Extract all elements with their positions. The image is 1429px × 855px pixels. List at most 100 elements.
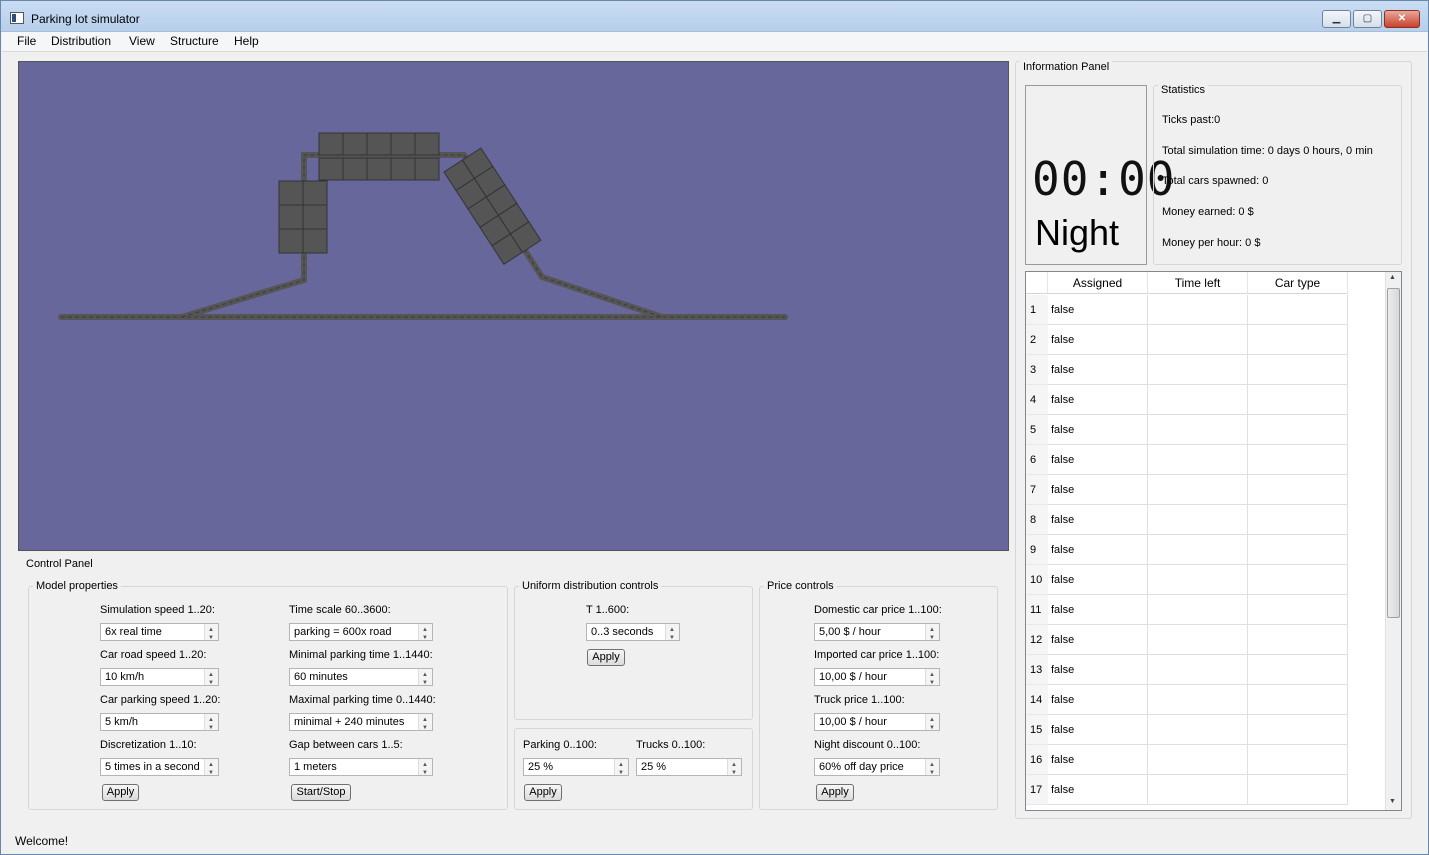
domestic-price-spinbox[interactable]: 5,00 $ / hour (814, 622, 940, 646)
close-button[interactable]: ✕ (1384, 10, 1420, 28)
table-row[interactable]: 4 false (1026, 385, 1386, 415)
spin-arrows-icon[interactable] (665, 622, 679, 646)
cell-time-left[interactable] (1148, 745, 1248, 775)
cell-assigned[interactable]: false (1048, 745, 1148, 775)
cell-assigned[interactable]: false (1048, 715, 1148, 745)
cell-car-type[interactable] (1248, 715, 1348, 745)
table-row[interactable]: 5 false (1026, 415, 1386, 445)
cell-assigned[interactable]: false (1048, 505, 1148, 535)
table-scrollbar[interactable]: ▲ ▼ (1385, 272, 1401, 810)
cell-car-type[interactable] (1248, 475, 1348, 505)
cell-time-left[interactable] (1148, 535, 1248, 565)
maximize-button[interactable]: ▢ (1353, 10, 1382, 28)
cell-assigned[interactable]: false (1048, 595, 1148, 625)
cell-car-type[interactable] (1248, 355, 1348, 385)
cell-assigned[interactable]: false (1048, 325, 1148, 355)
cell-time-left[interactable] (1148, 565, 1248, 595)
cell-assigned[interactable]: false (1048, 385, 1148, 415)
time-scale-spinbox[interactable]: parking = 600x road (289, 622, 433, 646)
cell-time-left[interactable] (1148, 415, 1248, 445)
table-row[interactable]: 1 false (1026, 295, 1386, 325)
sim-speed-spinbox[interactable]: 6x real time (100, 622, 219, 646)
trucks-ratio-spinbox[interactable]: 25 % (636, 757, 742, 781)
cell-assigned[interactable]: false (1048, 295, 1148, 325)
menu-file[interactable]: File (17, 34, 36, 48)
cell-assigned[interactable]: false (1048, 535, 1148, 565)
cell-car-type[interactable] (1248, 415, 1348, 445)
menu-distribution[interactable]: Distribution (51, 34, 111, 48)
scroll-down-icon[interactable]: ▼ (1389, 798, 1396, 805)
table-row[interactable]: 16 false (1026, 745, 1386, 775)
cell-assigned[interactable]: false (1048, 355, 1148, 385)
cell-time-left[interactable] (1148, 325, 1248, 355)
cell-car-type[interactable] (1248, 745, 1348, 775)
uniform-apply-button[interactable]: Apply (587, 649, 625, 666)
min-parking-spinbox[interactable]: 60 minutes (289, 667, 433, 691)
price-apply-button[interactable]: Apply (816, 784, 854, 801)
cell-time-left[interactable] (1148, 475, 1248, 505)
simulation-canvas[interactable] (18, 61, 1009, 551)
spin-arrows-icon[interactable] (727, 757, 741, 781)
cell-car-type[interactable] (1248, 595, 1348, 625)
imported-price-spinbox[interactable]: 10,00 $ / hour (814, 667, 940, 691)
header-assigned[interactable]: Assigned (1048, 272, 1148, 294)
spin-arrows-icon[interactable] (925, 712, 939, 736)
scrollbar-thumb[interactable] (1387, 288, 1400, 618)
table-row[interactable]: 14 false (1026, 685, 1386, 715)
gap-spinbox[interactable]: 1 meters (289, 757, 433, 781)
table-row[interactable]: 12 false (1026, 625, 1386, 655)
cell-car-type[interactable] (1248, 535, 1348, 565)
menu-structure[interactable]: Structure (170, 34, 219, 48)
menu-help[interactable]: Help (234, 34, 259, 48)
cell-assigned[interactable]: false (1048, 415, 1148, 445)
start-stop-button[interactable]: Start/Stop (291, 784, 351, 801)
t-spinbox[interactable]: 0..3 seconds (586, 622, 680, 646)
cell-car-type[interactable] (1248, 325, 1348, 355)
table-row[interactable]: 3 false (1026, 355, 1386, 385)
spin-arrows-icon[interactable] (925, 667, 939, 691)
cell-assigned[interactable]: false (1048, 655, 1148, 685)
table-row[interactable]: 2 false (1026, 325, 1386, 355)
spin-arrows-icon[interactable] (614, 757, 628, 781)
spin-arrows-icon[interactable] (204, 622, 218, 646)
table-row[interactable]: 9 false (1026, 535, 1386, 565)
table-row[interactable]: 8 false (1026, 505, 1386, 535)
ratios-apply-button[interactable]: Apply (524, 784, 562, 801)
cell-time-left[interactable] (1148, 505, 1248, 535)
spin-arrows-icon[interactable] (204, 757, 218, 781)
max-parking-spinbox[interactable]: minimal + 240 minutes (289, 712, 433, 736)
cell-car-type[interactable] (1248, 385, 1348, 415)
cell-time-left[interactable] (1148, 685, 1248, 715)
cell-assigned[interactable]: false (1048, 475, 1148, 505)
slots-table[interactable]: Assigned Time left Car type 1 false 2 false… (1025, 271, 1402, 811)
cell-assigned[interactable]: false (1048, 625, 1148, 655)
cell-car-type[interactable] (1248, 565, 1348, 595)
cell-assigned[interactable]: false (1048, 775, 1148, 805)
spin-arrows-icon[interactable] (925, 757, 939, 781)
parking-ratio-spinbox[interactable]: 25 % (523, 757, 629, 781)
table-row[interactable]: 7 false (1026, 475, 1386, 505)
cell-time-left[interactable] (1148, 355, 1248, 385)
truck-price-spinbox[interactable]: 10,00 $ / hour (814, 712, 940, 736)
parking-speed-spinbox[interactable]: 5 km/h (100, 712, 219, 736)
cell-car-type[interactable] (1248, 505, 1348, 535)
road-speed-spinbox[interactable]: 10 km/h (100, 667, 219, 691)
cell-time-left[interactable] (1148, 445, 1248, 475)
cell-car-type[interactable] (1248, 775, 1348, 805)
table-row[interactable]: 17 false (1026, 775, 1386, 805)
cell-time-left[interactable] (1148, 385, 1248, 415)
cell-time-left[interactable] (1148, 625, 1248, 655)
cell-assigned[interactable]: false (1048, 685, 1148, 715)
header-time-left[interactable]: Time left (1148, 272, 1248, 294)
cell-car-type[interactable] (1248, 685, 1348, 715)
spin-arrows-icon[interactable] (418, 622, 432, 646)
discretization-spinbox[interactable]: 5 times in a second (100, 757, 219, 781)
cell-time-left[interactable] (1148, 595, 1248, 625)
cell-car-type[interactable] (1248, 655, 1348, 685)
model-apply-button[interactable]: Apply (102, 784, 139, 801)
cell-assigned[interactable]: false (1048, 565, 1148, 595)
night-discount-spinbox[interactable]: 60% off day price (814, 757, 940, 781)
cell-car-type[interactable] (1248, 445, 1348, 475)
table-row[interactable]: 6 false (1026, 445, 1386, 475)
spin-arrows-icon[interactable] (925, 622, 939, 646)
